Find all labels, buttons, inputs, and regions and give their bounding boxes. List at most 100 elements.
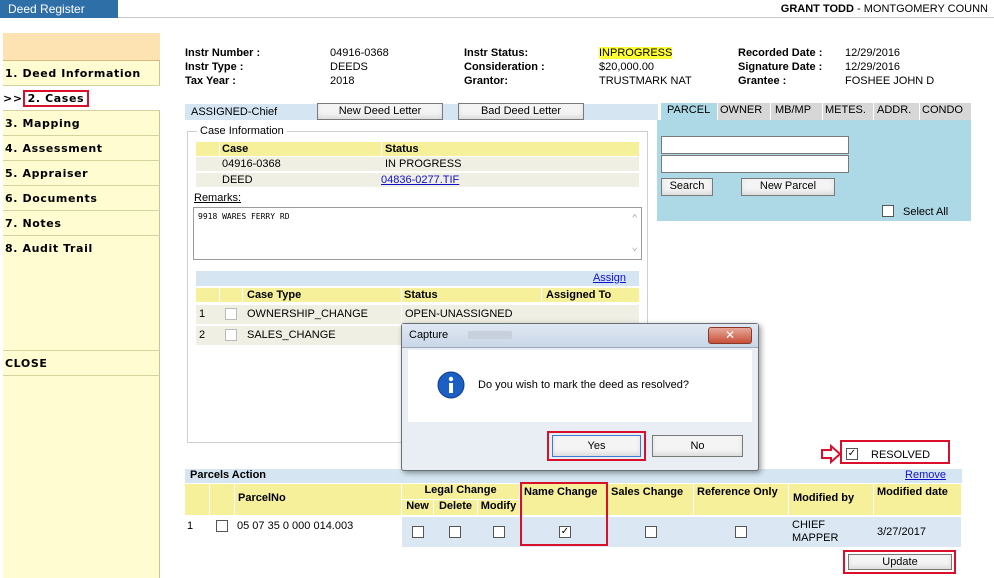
- tab-addr[interactable]: ADDR.: [874, 103, 919, 120]
- no-button[interactable]: No: [652, 435, 743, 457]
- case-type-header-spacer: [220, 288, 242, 302]
- recorded-date-value: 12/29/2016: [845, 47, 901, 59]
- tab-mb-mp[interactable]: MB/MP: [771, 103, 822, 120]
- signature-date-value: 12/29/2016: [845, 61, 901, 73]
- tab-owner[interactable]: OWNER: [718, 103, 770, 120]
- bad-deed-letter-button[interactable]: Bad Deed Letter: [458, 103, 584, 120]
- case-information-legend: Case Information: [197, 125, 287, 137]
- case-header-spacer: [196, 142, 219, 156]
- scroll-up-icon[interactable]: ⌃: [631, 212, 638, 225]
- sidebar-item-audit-trail[interactable]: 8. Audit Trail: [3, 236, 160, 351]
- select-all-checkbox[interactable]: [882, 205, 894, 217]
- search-button[interactable]: Search: [661, 178, 713, 196]
- update-button[interactable]: Update: [848, 554, 952, 570]
- assign-link[interactable]: Assign: [593, 272, 626, 284]
- remarks-label: Remarks:: [194, 192, 242, 204]
- assigned-label: ASSIGNED-Chief: [191, 106, 278, 118]
- case-row-number: 2: [199, 329, 206, 341]
- sidebar-item-label: 5. Appraiser: [5, 167, 89, 180]
- new-deed-letter-button[interactable]: New Deed Letter: [317, 103, 443, 120]
- case-row-checkbox[interactable]: [225, 308, 237, 320]
- case-type-cell: SALES_CHANGE: [247, 329, 336, 341]
- tab-metes[interactable]: METES.: [823, 103, 873, 120]
- sales-change-column-header: Sales Change: [607, 484, 693, 515]
- sales-change-checkbox[interactable]: [645, 526, 657, 538]
- legal-delete-checkbox[interactable]: [449, 526, 461, 538]
- case-status-cell: OPEN-UNASSIGNED: [405, 308, 513, 320]
- sidebar-item-label: 3. Mapping: [5, 117, 81, 130]
- tab-parcel[interactable]: PARCEL: [661, 103, 717, 120]
- parcel-number-cell: 05 07 35 0 000 014.003: [237, 520, 354, 532]
- remarks-text: 9918 WARES FERRY RD: [198, 212, 290, 221]
- signature-date-label: Signature Date :: [738, 61, 823, 73]
- table-row: 1 OWNERSHIP_CHANGE: [196, 305, 401, 324]
- scroll-down-icon[interactable]: ⌄: [631, 240, 638, 253]
- consideration-value: $20,000.00: [599, 61, 655, 73]
- user-info: GRANT TODD - MONTGOMERY COUNN: [781, 3, 988, 15]
- status-column-header: Status: [382, 142, 639, 156]
- legal-new-checkbox[interactable]: [412, 526, 424, 538]
- instr-status-label: Instr Status:: [464, 47, 529, 59]
- case-row-checkbox[interactable]: [225, 329, 237, 341]
- user-location: - MONTGOMERY COUNN: [857, 3, 988, 15]
- sidebar-item-label: 7. Notes: [5, 217, 62, 230]
- info-icon: [437, 371, 465, 399]
- parcel-header-spacer: [185, 484, 209, 515]
- instr-status-value: INPROGRESS: [599, 47, 673, 59]
- sidebar-item-cases[interactable]: >> 2. Cases: [3, 86, 160, 111]
- sidebar-item-documents[interactable]: 6. Documents: [3, 186, 160, 211]
- sidebar-item-mapping[interactable]: 3. Mapping: [3, 111, 160, 136]
- resolved-checkbox[interactable]: ✓: [846, 448, 858, 460]
- remove-link[interactable]: Remove: [905, 469, 946, 481]
- sidebar-item-label: 1. Deed Information: [5, 67, 141, 80]
- grantor-label: Grantor:: [464, 75, 508, 87]
- legal-change-column-header: Legal Change: [402, 484, 519, 499]
- document-link[interactable]: 04836-0277.TIF: [381, 174, 459, 186]
- remarks-textarea[interactable]: 9918 WARES FERRY RD ⌃ ⌄: [193, 207, 642, 260]
- sidebar-item-deed-information[interactable]: 1. Deed Information: [3, 61, 160, 86]
- blurred-title-detail: [468, 331, 512, 339]
- reference-only-checkbox[interactable]: [735, 526, 747, 538]
- parcel-number-column-header: ParcelNo: [235, 484, 401, 515]
- search-input-primary[interactable]: [661, 136, 849, 154]
- app-title: Deed Register: [0, 0, 118, 18]
- sidebar-item-label: 6. Documents: [5, 192, 98, 205]
- table-row: 04916-0368 IN PROGRESS: [196, 157, 639, 171]
- sidebar-item-label: 2. Cases: [22, 90, 90, 107]
- table-row: OPEN-UNASSIGNED: [402, 305, 639, 324]
- tab-condo[interactable]: CONDO: [920, 103, 971, 120]
- sidebar-close[interactable]: CLOSE: [3, 351, 160, 376]
- case-type-value: DEED: [222, 174, 253, 186]
- case-value: 04916-0368: [222, 158, 281, 170]
- parcel-row-checkbox[interactable]: [216, 520, 228, 532]
- annotation-arrow-icon: [821, 444, 842, 464]
- legal-modify-checkbox[interactable]: [493, 526, 505, 538]
- tax-year-value: 2018: [330, 75, 355, 87]
- instr-type-label: Instr Type :: [185, 61, 244, 73]
- sidebar-item-appraiser[interactable]: 5. Appraiser: [3, 161, 160, 186]
- sidebar-item-notes[interactable]: 7. Notes: [3, 211, 160, 236]
- parcels-action-bar: Parcels Action Remove: [185, 469, 962, 483]
- dialog-title-bar: Capture ✕: [402, 324, 758, 348]
- modified-by-cell: CHIEF MAPPER: [792, 519, 839, 544]
- resolved-label: RESOLVED: [871, 449, 931, 461]
- instr-number-value: 04916-0368: [330, 47, 389, 59]
- dialog-message: Do you wish to mark the deed as resolved…: [478, 379, 689, 391]
- sidebar-item-assessment[interactable]: 4. Assessment: [3, 136, 160, 161]
- instr-type-value: DEEDS: [330, 61, 368, 73]
- yes-button[interactable]: Yes: [552, 435, 641, 457]
- case-type-column-header: Case Type: [243, 288, 401, 302]
- dialog-body: Do you wish to mark the deed as resolved…: [408, 350, 752, 422]
- sidebar-header: [3, 33, 160, 61]
- close-icon[interactable]: ✕: [708, 327, 752, 344]
- table-row: 2 SALES_CHANGE: [196, 326, 401, 345]
- parcel-row-number: 1: [187, 520, 194, 532]
- select-all-label: Select All: [903, 206, 949, 218]
- name-change-highlight: [520, 482, 608, 546]
- new-parcel-button[interactable]: New Parcel: [741, 178, 835, 196]
- search-input-secondary[interactable]: [661, 155, 849, 173]
- modified-by-column-header: Modified by: [789, 484, 873, 515]
- modify-column-header: Modify: [478, 500, 519, 515]
- modified-date-cell: 3/27/2017: [877, 526, 926, 538]
- sidebar-item-label: 8. Audit Trail: [5, 242, 93, 255]
